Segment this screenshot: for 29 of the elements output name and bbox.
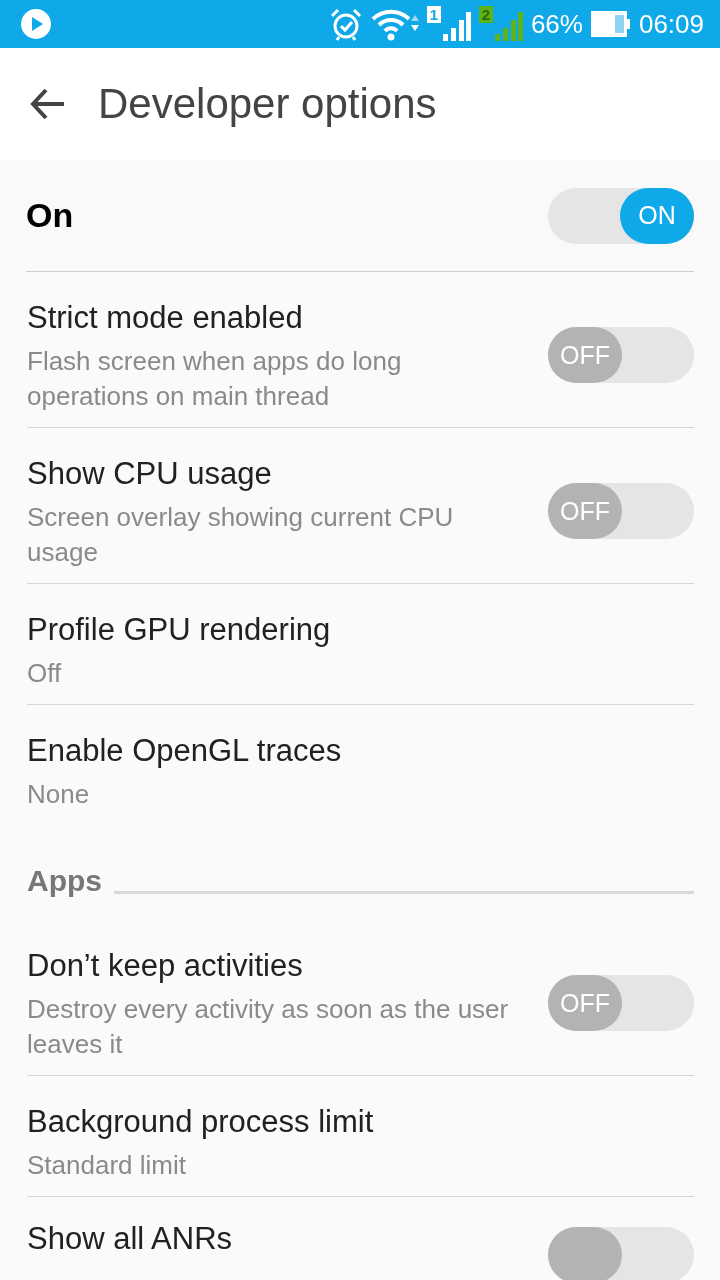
page-title: Developer options: [98, 80, 437, 128]
setting-summary: None: [27, 778, 91, 811]
toggle-switch[interactable]: [548, 1227, 694, 1280]
clock-time: 06:09: [638, 8, 704, 40]
setting-summary: Screen overlay showing current CPU usage: [27, 501, 455, 569]
master-switch-label: On: [26, 196, 74, 235]
setting-summary: Flash screen when apps do long operations on main thread: [27, 345, 403, 413]
battery-percent: 66%: [530, 8, 583, 40]
play-icon: [20, 8, 52, 40]
setting-title[interactable]: Show CPU usage: [27, 452, 527, 496]
wifi-icon: [370, 7, 419, 41]
toggle-thumb: OFF: [548, 327, 622, 383]
toggle-thumb: ON: [620, 187, 694, 244]
battery-icon: [590, 11, 631, 37]
setting-title[interactable]: Background process limit: [27, 1100, 374, 1144]
setting-summary: Off: [27, 657, 63, 690]
toggle-thumb: OFF: [548, 483, 622, 539]
toggle-thumb: OFF: [548, 975, 622, 1031]
setting-summary: Destroy every activity as soon as the user leaves it: [27, 993, 510, 1061]
setting-title[interactable]: Enable OpenGL traces: [27, 729, 342, 773]
setting-title[interactable]: Don’t keep activities: [27, 944, 527, 988]
setting-title[interactable]: Show all ANRs: [27, 1217, 233, 1261]
sim-number: 1: [426, 6, 441, 23]
setting-summary: Standard limit: [27, 1149, 187, 1182]
setting-title[interactable]: Strict mode enabled: [27, 296, 527, 340]
setting-title[interactable]: Profile GPU rendering: [27, 608, 331, 652]
sim-number: 2: [478, 6, 493, 23]
category-header: Apps: [27, 863, 102, 899]
alarm-clock-icon: [328, 7, 363, 41]
